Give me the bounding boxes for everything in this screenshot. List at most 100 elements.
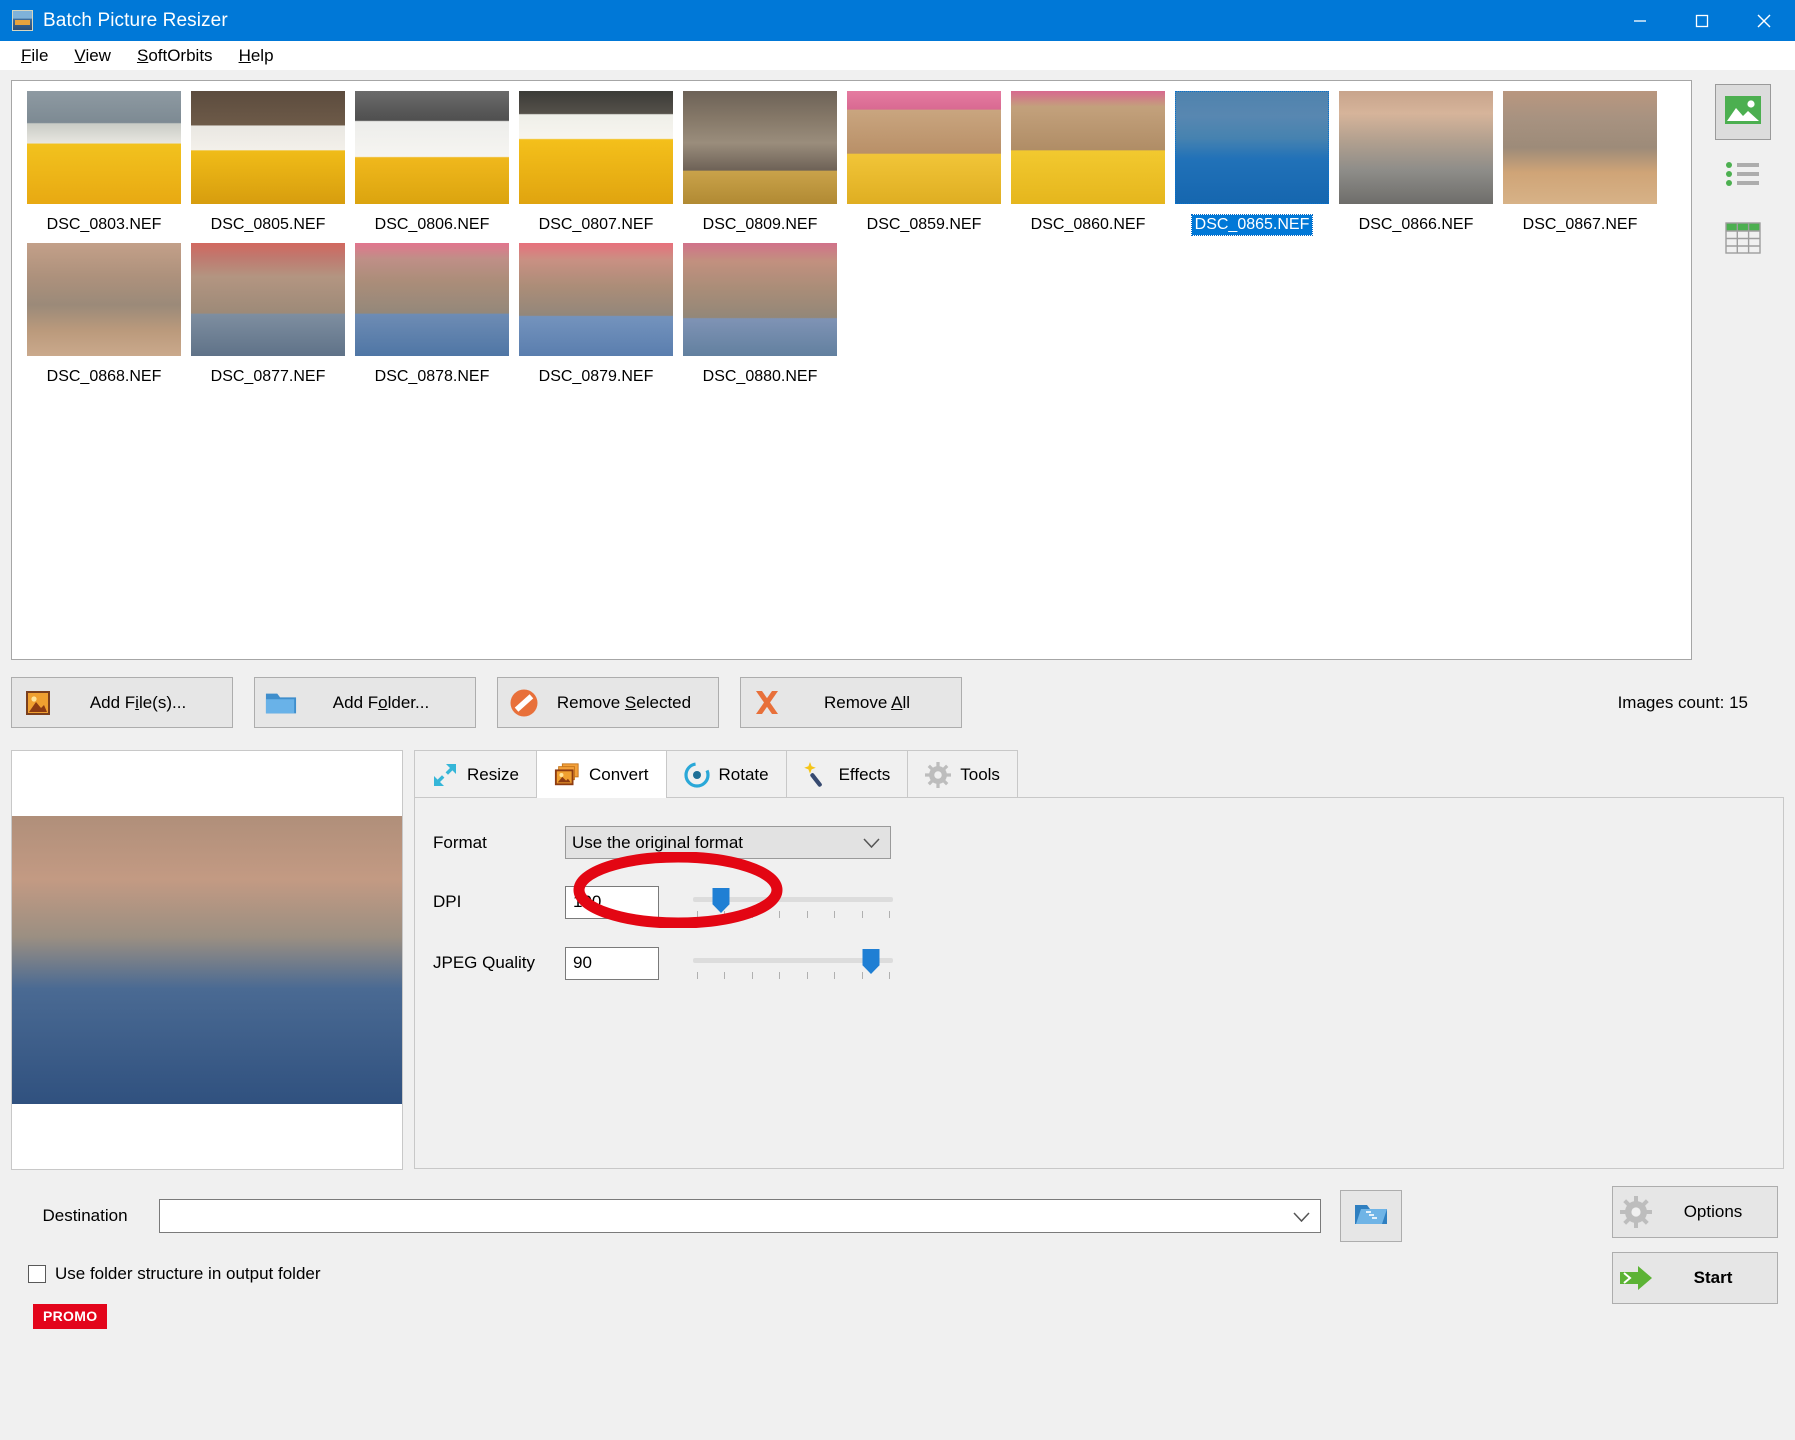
- thumbnail-image[interactable]: [519, 91, 673, 204]
- jpeg-slider-thumb[interactable]: [862, 949, 880, 974]
- options-button[interactable]: Options: [1612, 1186, 1778, 1238]
- thumbnail-label: DSC_0860.NEF: [1030, 216, 1146, 233]
- menu-help[interactable]: Help: [226, 42, 287, 70]
- menu-view[interactable]: View: [61, 42, 124, 70]
- thumbnail-image[interactable]: [355, 243, 509, 356]
- jpeg-quality-slider[interactable]: [693, 945, 893, 981]
- magic-wand-icon: [803, 761, 830, 788]
- table-icon: [1725, 221, 1761, 259]
- add-folder-button[interactable]: Add Folder...: [254, 677, 476, 728]
- thumbnail-image[interactable]: [1503, 91, 1657, 204]
- promo-badge[interactable]: PROMO: [33, 1304, 108, 1329]
- format-select[interactable]: Use the original format: [565, 826, 891, 859]
- slider-tick: [834, 911, 836, 918]
- slider-tick: [889, 911, 890, 918]
- format-row: Format Use the original format: [433, 826, 1783, 859]
- tab-label: Effects: [838, 764, 891, 784]
- dpi-slider[interactable]: [693, 884, 893, 920]
- add-files-label: Add File(s)...: [89, 692, 187, 712]
- thumbnail-item[interactable]: DSC_0807.NEF: [514, 91, 678, 235]
- thumbnail-label: DSC_0866.NEF: [1358, 216, 1474, 233]
- thumbnail-label: DSC_0880.NEF: [702, 368, 818, 385]
- dpi-input[interactable]: [565, 885, 659, 919]
- format-combo-wrap: Use the original format: [565, 826, 891, 859]
- thumbnail-item[interactable]: DSC_0880.NEF: [678, 243, 842, 387]
- thumbnail-label: DSC_0805.NEF: [210, 216, 326, 233]
- thumbnail-image[interactable]: [1339, 91, 1493, 204]
- thumbnail-item[interactable]: DSC_0877.NEF: [186, 243, 350, 387]
- tab-rotate[interactable]: Rotate: [665, 750, 787, 798]
- title-bar: Batch Picture Resizer: [0, 0, 1795, 41]
- thumbnail-label: DSC_0809.NEF: [702, 216, 818, 233]
- slider-tick: [779, 911, 781, 918]
- tab-label: Tools: [960, 764, 1000, 784]
- output-settings-region: Destination Options Start Use folder str…: [11, 1186, 1795, 1340]
- thumbnail-image[interactable]: [191, 91, 345, 204]
- thumbnail-image[interactable]: [1175, 91, 1329, 204]
- browse-folder-button[interactable]: [1340, 1190, 1402, 1242]
- details-view-button[interactable]: [1715, 212, 1771, 268]
- thumbnail-item[interactable]: DSC_0866.NEF: [1334, 91, 1498, 235]
- dpi-slider-ticks: [693, 911, 893, 919]
- rotate-icon: [683, 761, 710, 788]
- thumbnail-image[interactable]: [683, 243, 837, 356]
- thumbnail-item[interactable]: DSC_0867.NEF: [1498, 91, 1662, 235]
- thumbnail-label: DSC_0803.NEF: [46, 216, 162, 233]
- convert-tab-panel: Format Use the original format DPI 100 J…: [414, 797, 1784, 1169]
- tab-effects[interactable]: Effects: [785, 750, 909, 798]
- file-list-region: DSC_0803.NEF DSC_0805.NEF DSC_0806.NEF DSC_…: [0, 70, 1795, 660]
- thumbnail-image[interactable]: [519, 243, 673, 356]
- thumbnail-image[interactable]: [27, 91, 181, 204]
- thumbnail-image[interactable]: [1011, 91, 1165, 204]
- thumbnail-image[interactable]: [355, 91, 509, 204]
- destination-input[interactable]: [159, 1199, 1321, 1233]
- remove-all-label: Remove All: [824, 692, 910, 712]
- thumbnail-image[interactable]: [847, 91, 1001, 204]
- tab-resize[interactable]: Resize: [414, 750, 537, 798]
- thumbnail-item[interactable]: DSC_0809.NEF: [678, 91, 842, 235]
- preview-image: [12, 816, 402, 1104]
- thumbnail-item[interactable]: DSC_0860.NEF: [1006, 91, 1170, 235]
- menu-softorbits[interactable]: SoftOrbits: [124, 42, 226, 70]
- remove-selected-button[interactable]: Remove Selected: [497, 677, 719, 728]
- thumbnail-item[interactable]: DSC_0878.NEF: [350, 243, 514, 387]
- list-view-button[interactable]: [1715, 148, 1771, 204]
- thumbnail-item[interactable]: DSC_0865.NEF: [1170, 91, 1334, 236]
- thumbnail-image[interactable]: [683, 91, 837, 204]
- thumbnail-item[interactable]: DSC_0859.NEF: [842, 91, 1006, 235]
- thumbnail-item[interactable]: DSC_0868.NEF: [22, 243, 186, 387]
- maximize-button[interactable]: [1671, 0, 1733, 41]
- minimize-button[interactable]: [1609, 0, 1671, 41]
- remove-selected-label: Remove Selected: [556, 692, 692, 712]
- thumbnail-item[interactable]: DSC_0803.NEF: [22, 91, 186, 235]
- preview-and-settings: Resize Convert Rotate Effects Tools Format U…: [11, 750, 1795, 1170]
- slider-tick: [724, 911, 726, 918]
- tab-tools[interactable]: Tools: [907, 750, 1018, 798]
- close-button[interactable]: [1733, 0, 1795, 41]
- thumbnails-view-button[interactable]: [1715, 84, 1771, 140]
- menu-file[interactable]: File: [8, 42, 61, 70]
- add-files-button[interactable]: Add File(s)...: [11, 677, 233, 728]
- remove-all-button[interactable]: Remove All: [740, 677, 962, 728]
- thumbnail-label: DSC_0868.NEF: [46, 368, 162, 385]
- settings-pane: Resize Convert Rotate Effects Tools Format U…: [414, 750, 1784, 1170]
- menu-view-rest: iew: [85, 45, 111, 65]
- thumbnail-image[interactable]: [27, 243, 181, 356]
- thumbnail-item[interactable]: DSC_0805.NEF: [186, 91, 350, 235]
- thumbnail-item[interactable]: DSC_0806.NEF: [350, 91, 514, 235]
- thumbnail-label: DSC_0865.NEF: [1190, 214, 1314, 236]
- folder-structure-checkbox-row[interactable]: Use folder structure in output folder: [28, 1264, 1795, 1284]
- start-button[interactable]: Start: [1612, 1252, 1778, 1304]
- folder-structure-checkbox[interactable]: [28, 1265, 46, 1283]
- tab-convert[interactable]: Convert: [535, 750, 667, 798]
- thumbnail-list[interactable]: DSC_0803.NEF DSC_0805.NEF DSC_0806.NEF DSC_…: [11, 80, 1692, 660]
- dpi-row: DPI: [433, 884, 1783, 920]
- window-title: Batch Picture Resizer: [43, 9, 228, 31]
- thumbnail-item[interactable]: DSC_0879.NEF: [514, 243, 678, 387]
- slider-tick: [779, 972, 781, 979]
- jpeg-quality-input[interactable]: [565, 946, 659, 980]
- options-label: Options: [1683, 1202, 1743, 1221]
- thumbnail-image[interactable]: [191, 243, 345, 356]
- dpi-slider-thumb[interactable]: [712, 888, 730, 913]
- open-folder-icon: [1353, 1199, 1389, 1234]
